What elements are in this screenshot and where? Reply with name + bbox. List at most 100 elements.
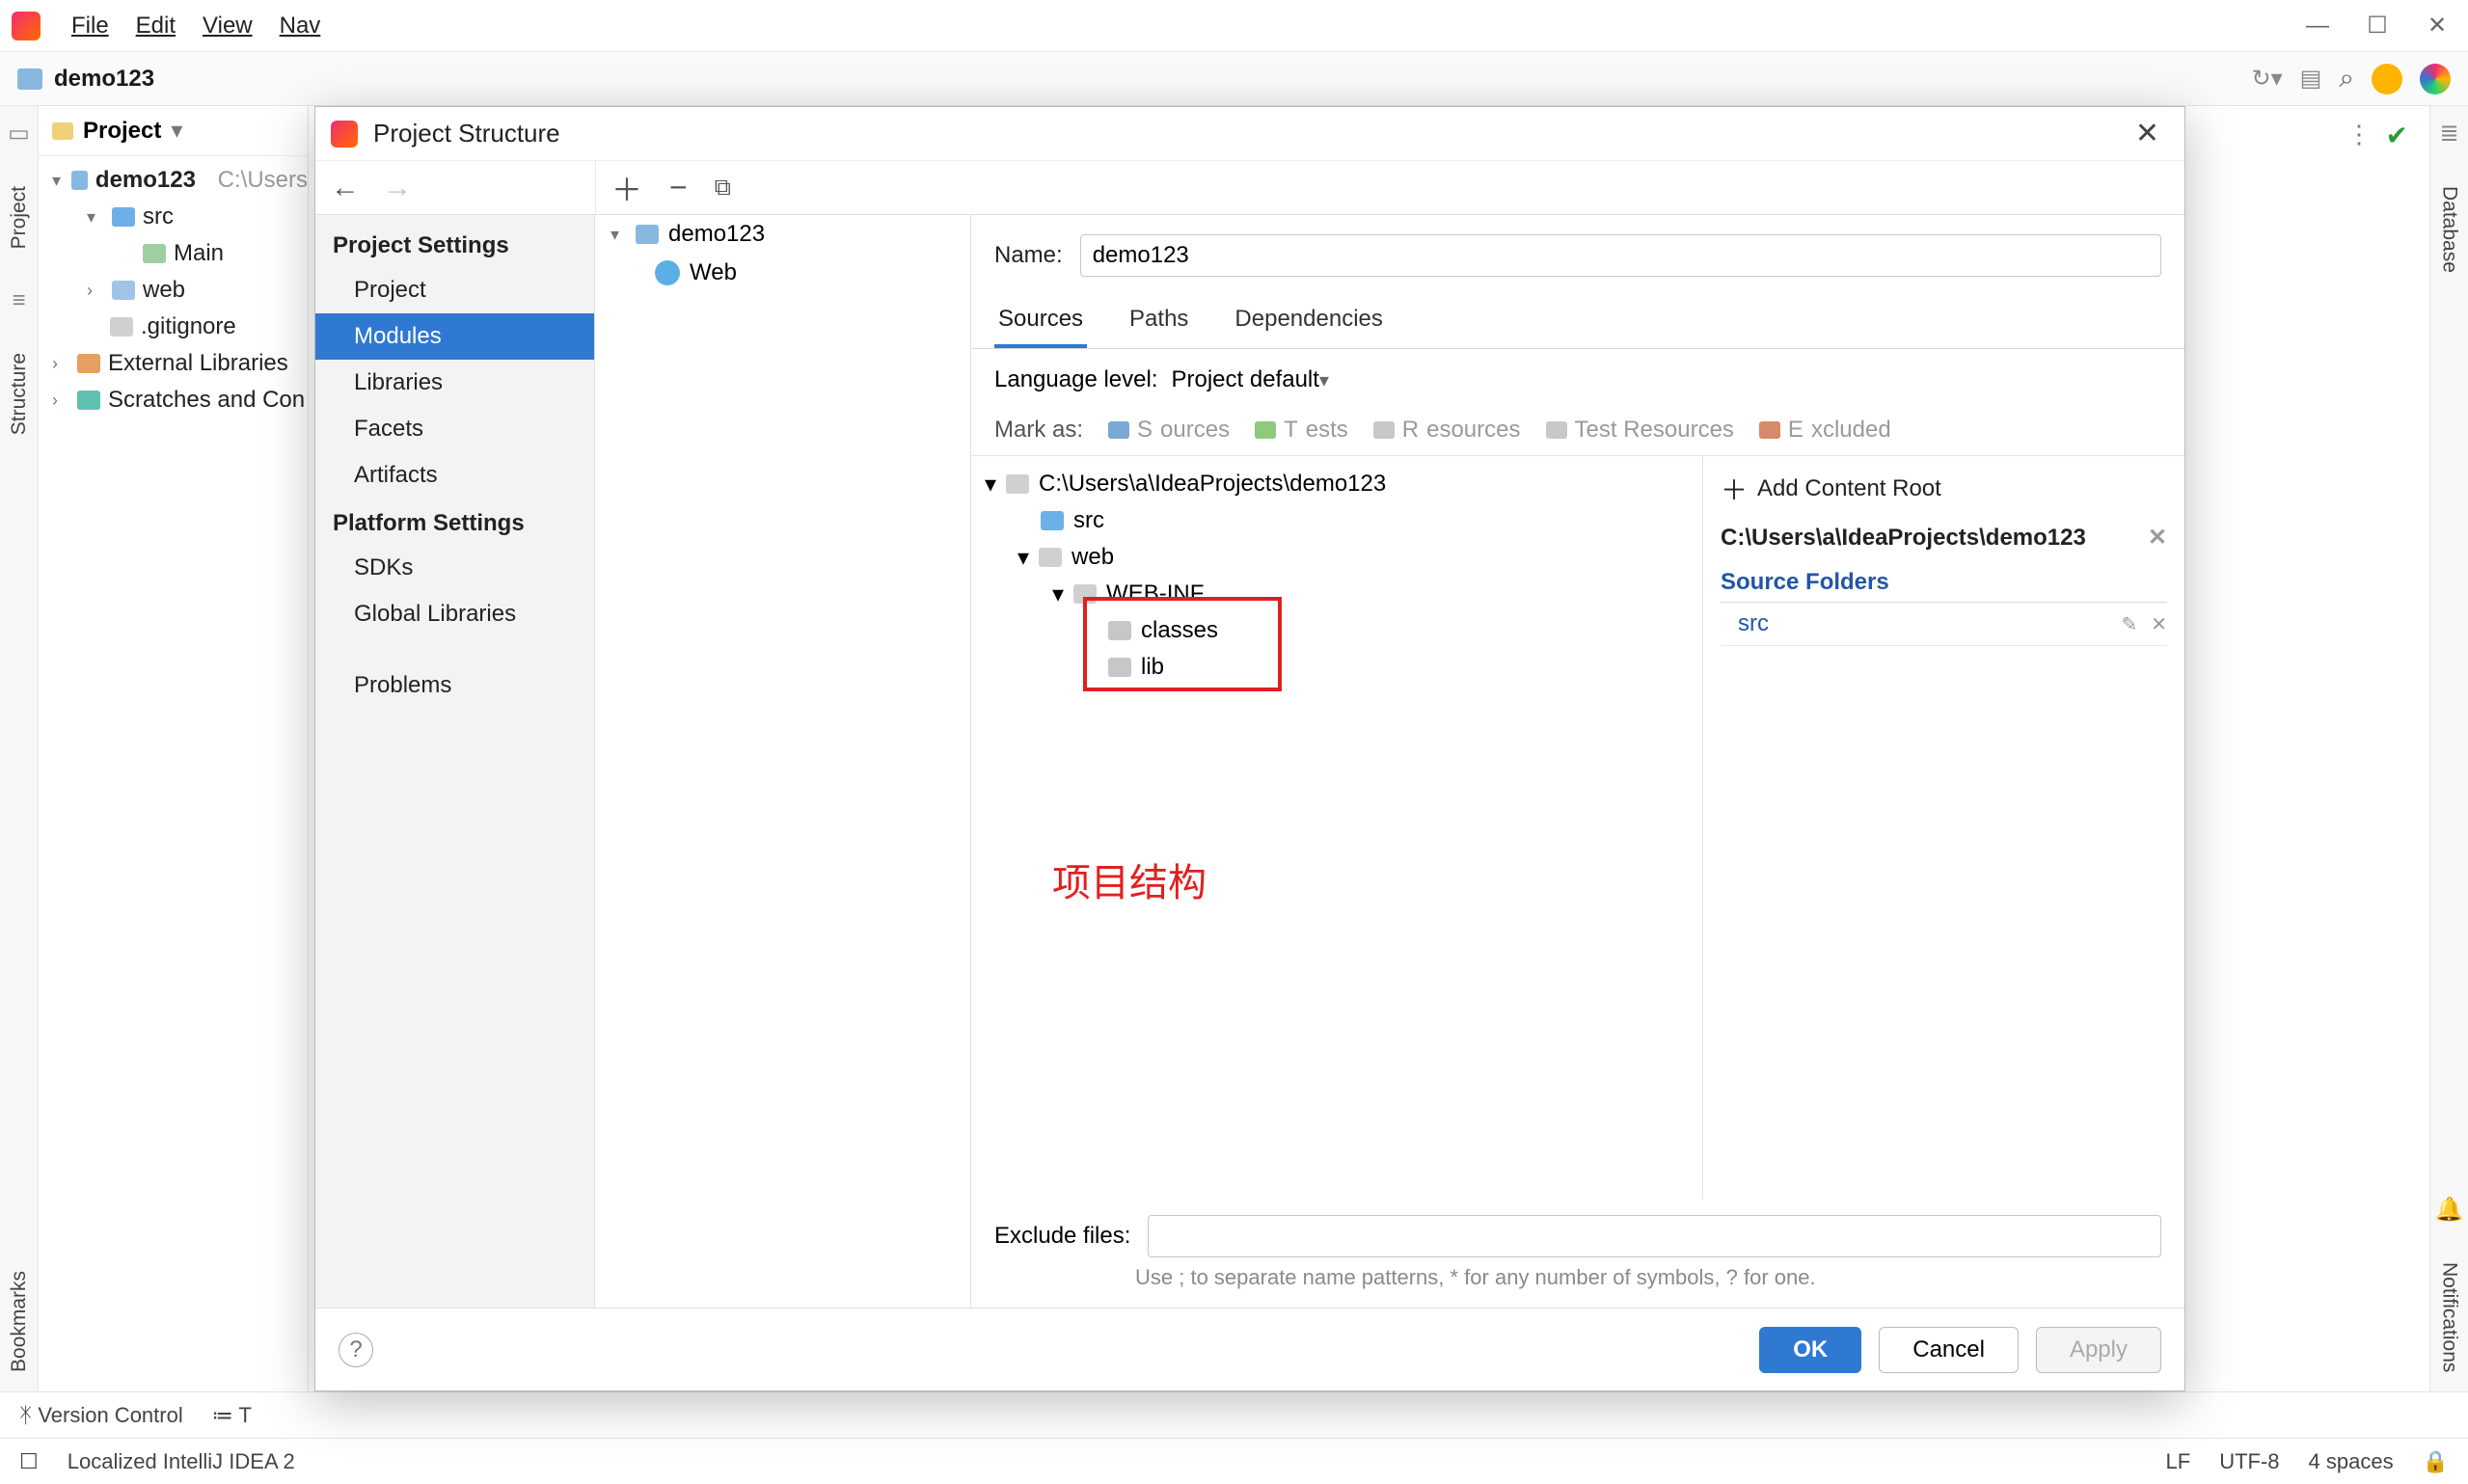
exclude-files-label: Exclude files: — [994, 1223, 1130, 1250]
tab-dependencies[interactable]: Dependencies — [1231, 294, 1386, 348]
edit-icon[interactable]: ✎ — [2121, 612, 2137, 636]
nav-header-platform-settings: Platform Settings — [315, 499, 594, 545]
ide-status-icon[interactable] — [2372, 64, 2402, 94]
name-label: Name: — [994, 242, 1063, 269]
exclude-files-input[interactable] — [1148, 1215, 2161, 1257]
status-lf[interactable]: LF — [2166, 1449, 2191, 1474]
module-name-input[interactable] — [1080, 234, 2161, 277]
database-tw-icon[interactable]: ≣ — [2439, 120, 2458, 148]
forward-icon[interactable]: → — [383, 172, 412, 204]
right-tool-window-bar: ≣ Database 🔔 Notifications — [2429, 106, 2468, 1391]
mark-test-resources[interactable]: Test Resources — [1546, 417, 1734, 444]
navbar: demo123 ↻▾ ▤ ⌕ — [0, 52, 2468, 106]
project-tw-icon[interactable]: ▭ — [8, 120, 30, 148]
content-roots-side: ＋Add Content Root C:\Users\a\IdeaProject… — [1702, 456, 2184, 1200]
web-facet-icon — [655, 260, 680, 285]
project-tw-label[interactable]: Project — [8, 186, 31, 249]
editor-kebab-icon[interactable]: ⋮ — [2346, 120, 2372, 149]
module-editor: Name: Sources Paths Dependencies Languag… — [971, 215, 2184, 1308]
status-bar: ☐ Localized IntelliJ IDEA 2 LF UTF-8 4 s… — [0, 1438, 2468, 1484]
remove-icon[interactable]: − — [669, 170, 688, 205]
mark-tests[interactable]: Tests — [1255, 417, 1348, 444]
source-folder-item[interactable]: src ✎✕ — [1721, 603, 2167, 646]
add-content-root[interactable]: ＋Add Content Root — [1721, 470, 2167, 508]
structure-tw-label[interactable]: Structure — [8, 353, 31, 435]
nav-global-libraries[interactable]: Global Libraries — [315, 591, 594, 637]
notifications-tw-label[interactable]: Notifications — [2438, 1262, 2461, 1372]
content-root-path[interactable]: C:\Users\a\IdeaProjects\demo123 ✕ — [1721, 518, 2167, 557]
layout-icon[interactable]: ▤ — [2300, 65, 2322, 93]
dialog-title: Project Structure — [373, 119, 560, 148]
menu-view[interactable]: View — [189, 9, 266, 43]
mark-as-label: Mark as: — [994, 417, 1083, 444]
bookmarks-tw-label[interactable]: Bookmarks — [8, 1271, 31, 1372]
nav-facets[interactable]: Facets — [315, 406, 594, 452]
database-tw-label[interactable]: Database — [2438, 186, 2461, 273]
remove-icon[interactable]: ✕ — [2151, 612, 2167, 636]
mark-sources[interactable]: Sources — [1108, 417, 1230, 444]
version-control-tw[interactable]: ᛡ Version Control — [19, 1403, 183, 1428]
todo-tw[interactable]: ≔ T — [212, 1403, 252, 1428]
nav-sdks[interactable]: SDKs — [315, 545, 594, 591]
menubar: File Edit View Nav — ☐ ✕ — [0, 0, 2468, 52]
structure-tw-icon[interactable]: ≡ — [12, 287, 25, 314]
content-roots-tree[interactable]: ▾C:\Users\a\IdeaProjects\demo123 src ▾we… — [971, 456, 1702, 1200]
nav-project[interactable]: Project — [315, 267, 594, 313]
ok-button[interactable]: OK — [1759, 1327, 1861, 1373]
language-level-select[interactable]: Project default▾ — [1172, 366, 1329, 393]
notifications-tw-icon[interactable]: 🔔 — [2435, 1196, 2464, 1224]
project-tree[interactable]: ▾demo123 C:\Users ▾src Main ›web .gitign… — [39, 156, 308, 424]
app-icon — [331, 121, 358, 148]
exclude-files-hint: Use ; to separate name patterns, * for a… — [971, 1261, 2184, 1308]
nav-problems[interactable]: Problems — [315, 662, 594, 709]
window-minimize[interactable]: — — [2298, 7, 2337, 45]
cancel-button[interactable]: Cancel — [1879, 1327, 2019, 1373]
status-message: Localized IntelliJ IDEA 2 — [68, 1449, 295, 1474]
dialog-toolbar: ← → ＋ − ⧉ — [315, 161, 2184, 215]
nav-header-project-settings: Project Settings — [315, 221, 594, 267]
inspection-ok-icon[interactable]: ✔ — [2386, 120, 2408, 151]
module-tabs: Sources Paths Dependencies — [971, 294, 2184, 349]
status-indent[interactable]: 4 spaces — [2309, 1449, 2394, 1474]
remove-content-root-icon[interactable]: ✕ — [2148, 524, 2167, 552]
menu-file[interactable]: File — [58, 9, 122, 43]
copy-icon[interactable]: ⧉ — [715, 175, 731, 202]
menu-edit[interactable]: Edit — [122, 9, 189, 43]
left-tool-window-bar: ▭ Project ≡ Structure Bookmarks — [0, 106, 39, 1391]
update-icon[interactable]: ↻▾ — [2251, 65, 2282, 93]
dialog-titlebar: Project Structure ✕ — [315, 107, 2184, 161]
breadcrumb-project[interactable]: demo123 — [54, 66, 154, 93]
jb-toolbox-icon[interactable] — [2420, 64, 2451, 94]
menu-nav[interactable]: Nav — [266, 9, 335, 43]
nav-artifacts[interactable]: Artifacts — [315, 452, 594, 499]
window-maximize[interactable]: ☐ — [2358, 7, 2397, 45]
nav-modules[interactable]: Modules — [315, 313, 594, 360]
app-icon — [12, 12, 41, 40]
window-close[interactable]: ✕ — [2418, 7, 2456, 45]
module-list[interactable]: ▾demo123 Web — [595, 215, 971, 1308]
search-icon[interactable]: ⌕ — [2339, 63, 2354, 94]
status-icon[interactable]: ☐ — [19, 1449, 39, 1474]
annotation-box — [1083, 597, 1282, 691]
mark-excluded[interactable]: Excluded — [1759, 417, 1891, 444]
main-area: ▭ Project ≡ Structure Bookmarks Project … — [0, 106, 2468, 1391]
mark-resources[interactable]: Resources — [1373, 417, 1521, 444]
nav-libraries[interactable]: Libraries — [315, 360, 594, 406]
back-icon[interactable]: ← — [331, 172, 360, 204]
dialog-close-button[interactable]: ✕ — [2126, 117, 2169, 150]
add-icon[interactable]: ＋ — [611, 166, 642, 210]
mark-as-row: Mark as: Sources Tests Resources Test Re… — [971, 407, 2184, 456]
module-icon — [17, 68, 42, 90]
tab-paths[interactable]: Paths — [1126, 294, 1192, 348]
status-encoding[interactable]: UTF-8 — [2219, 1449, 2279, 1474]
folder-icon — [52, 122, 73, 140]
bottom-tool-window-bar: ᛡ Version Control ≔ T — [0, 1391, 2468, 1438]
annotation-text: 项目结构 — [1052, 851, 1207, 907]
tab-sources[interactable]: Sources — [994, 294, 1087, 348]
apply-button[interactable]: Apply — [2036, 1327, 2161, 1373]
language-level-label: Language level: — [994, 366, 1158, 393]
chevron-down-icon[interactable]: ▾ — [171, 117, 182, 145]
help-button[interactable]: ? — [339, 1333, 373, 1367]
status-readonly-icon[interactable]: 🔒 — [2423, 1449, 2449, 1474]
project-tool-window: Project ▾ ▾demo123 C:\Users ▾src Main ›w… — [39, 106, 309, 1391]
